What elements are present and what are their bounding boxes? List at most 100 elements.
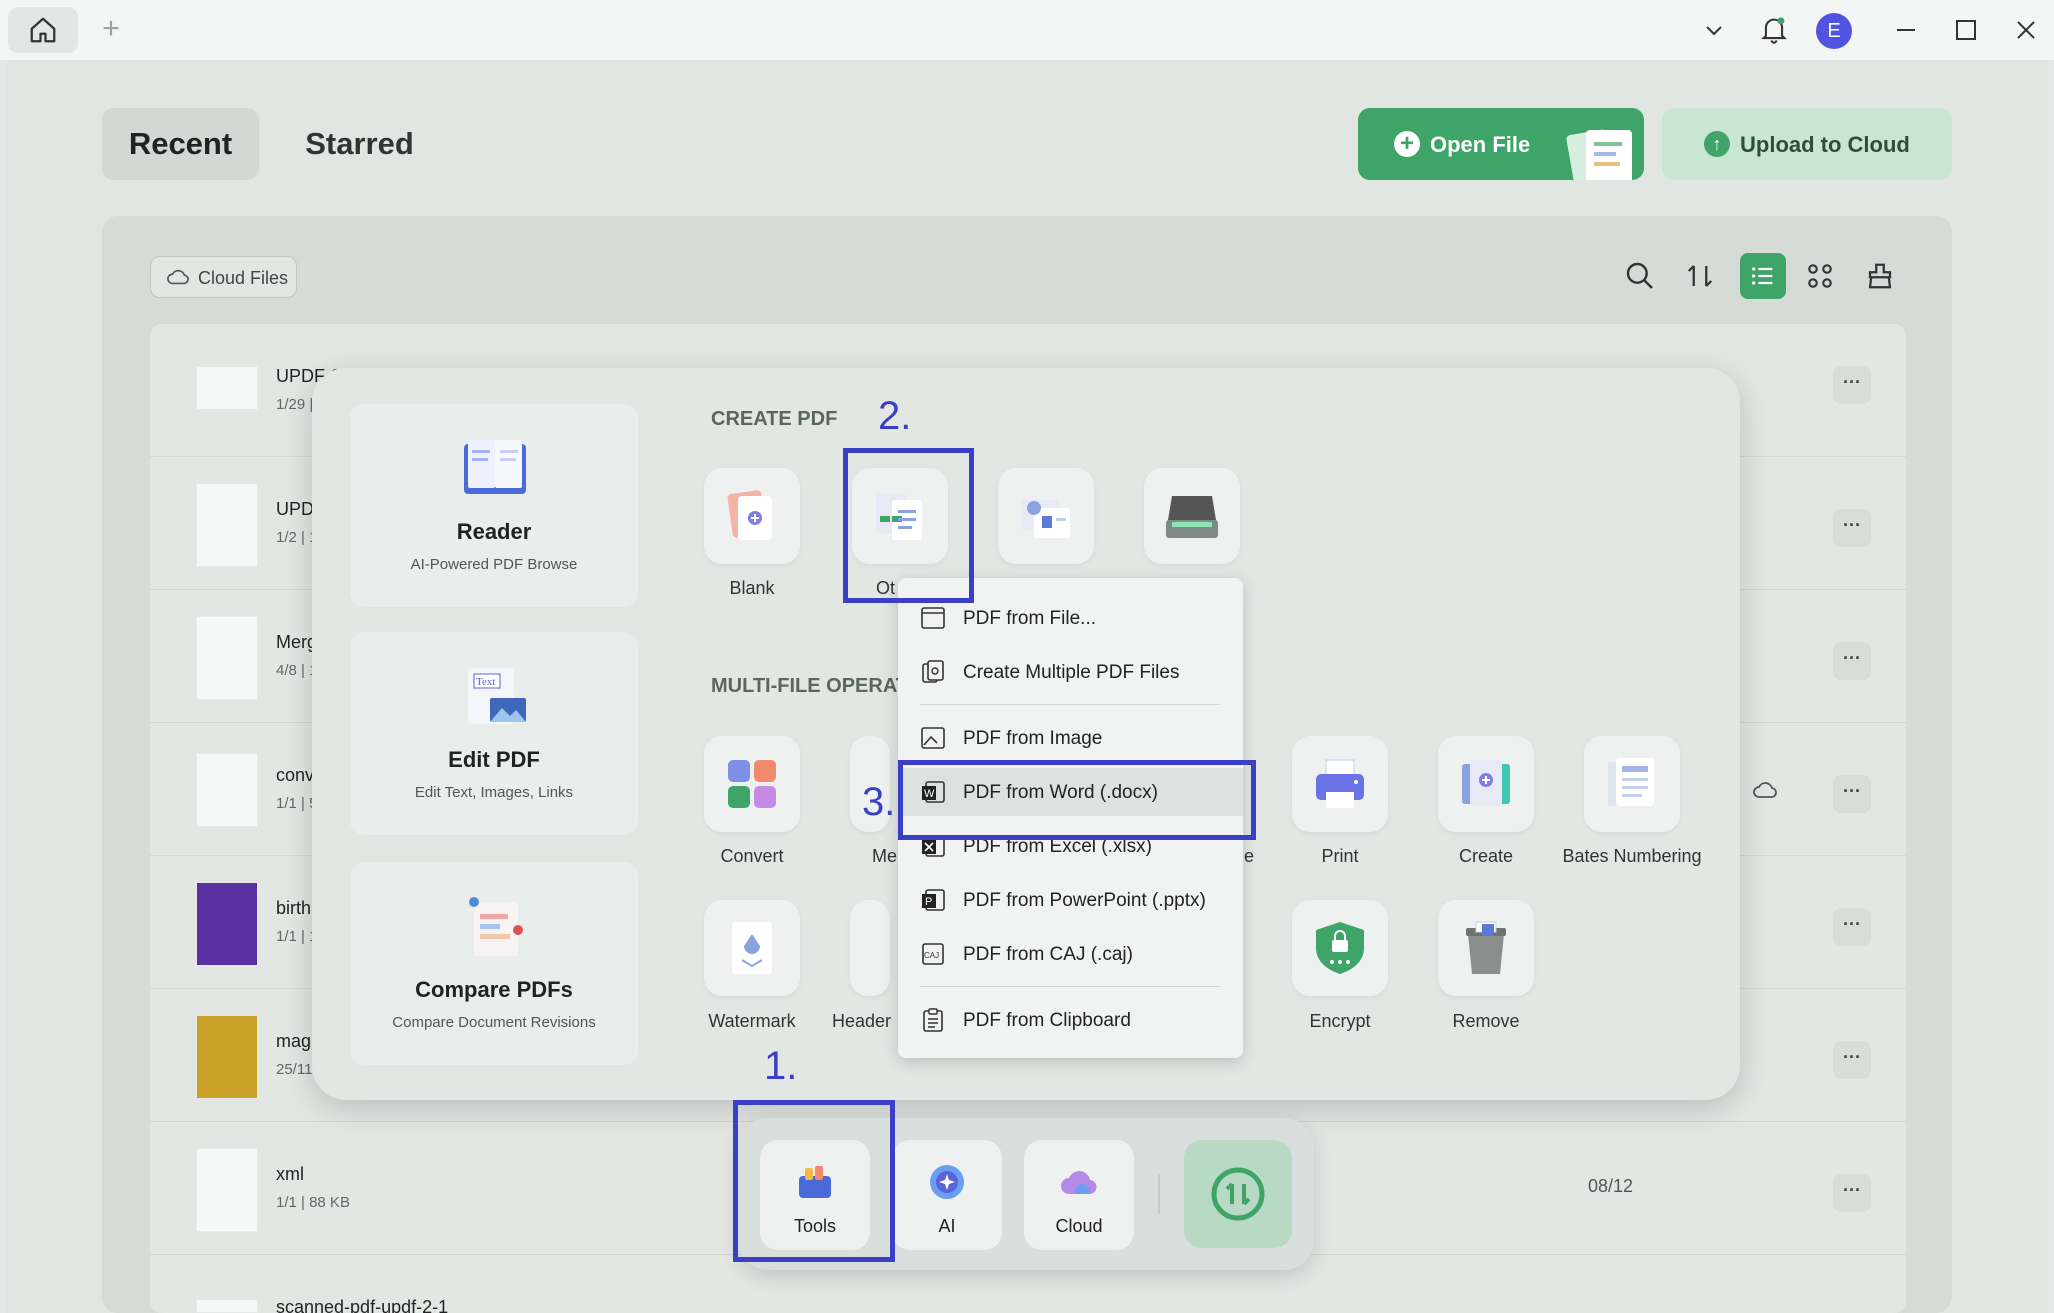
file-name: mag — [276, 1031, 312, 1051]
compare-pdfs-card[interactable]: Compare PDFs Compare Document Revisions — [350, 862, 638, 1065]
avatar[interactable]: E — [1816, 13, 1852, 49]
highlight-box-3 — [898, 760, 1256, 840]
minimize-icon[interactable] — [1890, 14, 1922, 46]
chevron-down-icon[interactable] — [1698, 14, 1730, 46]
menu-item-create-multiple[interactable]: Create Multiple PDF Files — [898, 648, 1243, 696]
menu-item-label: PDF from PowerPoint (.pptx) — [963, 890, 1206, 911]
convert-label: Convert — [720, 846, 784, 866]
print-tile[interactable] — [1292, 736, 1388, 832]
dock-cloud-button[interactable]: Cloud — [1024, 1140, 1134, 1250]
tab-recent[interactable]: Recent — [102, 108, 259, 180]
blank-page-icon — [727, 490, 772, 540]
file-thumbnail — [196, 483, 258, 567]
dock-sync-button[interactable] — [1184, 1140, 1292, 1248]
open-file-button[interactable]: + Open File — [1358, 108, 1644, 180]
bates-numbering-tile[interactable] — [1584, 736, 1680, 832]
menu-item-pdf-from-image[interactable]: PDF from Image — [898, 714, 1243, 762]
remove-label: Remove — [1452, 1011, 1520, 1031]
edit-pdf-card[interactable]: Text Edit PDF Edit Text, Images, Links — [350, 632, 638, 835]
more-options-button[interactable]: ··· — [1833, 366, 1871, 404]
file-name: scanned-pdf-updf-2-1 — [276, 1297, 449, 1313]
clipboard-icon — [923, 1008, 943, 1032]
search-icon[interactable] — [1620, 256, 1660, 296]
list-view-icon[interactable] — [1740, 253, 1786, 299]
new-tab-button[interactable]: + — [96, 14, 126, 44]
printer-icon — [1316, 759, 1364, 808]
documents-icon — [1566, 129, 1632, 180]
convert-icon — [728, 760, 776, 808]
edit-pdf-title: Edit PDF — [448, 747, 540, 772]
print-label: Print — [1321, 846, 1359, 866]
menu-item-label: Create Multiple PDF Files — [963, 662, 1180, 683]
close-icon[interactable] — [2010, 14, 2042, 46]
header-tile[interactable] — [850, 900, 890, 996]
dock-ai-label: AI — [938, 1216, 956, 1236]
more-options-button[interactable]: ··· — [1833, 908, 1871, 946]
file-name: Merg — [276, 632, 318, 652]
cloud-icon — [1061, 1171, 1097, 1195]
scanner-tile[interactable] — [1144, 468, 1240, 564]
shield-lock-icon — [1316, 922, 1364, 974]
plus-circle-icon: + — [1394, 131, 1420, 157]
file-name: UPD — [276, 499, 315, 519]
file-thumbnail — [196, 616, 258, 700]
home-icon — [30, 17, 56, 43]
reader-card[interactable]: Reader AI-Powered PDF Browse — [350, 404, 638, 607]
file-thumbnail — [196, 366, 258, 410]
cloud-icon — [167, 269, 189, 285]
create-label: Create — [1458, 846, 1514, 866]
edit-pdf-subtitle: Edit Text, Images, Links — [414, 784, 574, 801]
tab-starred[interactable]: Starred — [282, 108, 437, 180]
image-icon — [921, 727, 945, 749]
watermark-icon — [732, 922, 772, 974]
highlight-box-2 — [843, 448, 974, 603]
edit-text-icon: Text — [468, 668, 526, 724]
edit-badge: Text — [476, 676, 495, 688]
file-name: xml — [276, 1164, 304, 1184]
window-icon — [921, 607, 945, 629]
compare-icon — [469, 897, 523, 956]
dock-ai-button[interactable]: AI — [892, 1140, 1002, 1250]
multi-file-heading: MULTI-FILE OPERAT — [711, 675, 909, 697]
remove-tile[interactable] — [1438, 900, 1534, 996]
menu-item-label: PDF from File... — [963, 608, 1097, 629]
grid-view-icon[interactable] — [1800, 256, 1840, 296]
home-tab[interactable] — [8, 7, 78, 53]
file-meta: 1/1 | 88 KB — [276, 1194, 350, 1211]
more-options-button[interactable]: ··· — [1833, 1041, 1871, 1079]
create-tile[interactable] — [1438, 736, 1534, 832]
scanner-icon — [1166, 496, 1218, 538]
blank-label: Blank — [729, 578, 775, 598]
compare-pdfs-title: Compare PDFs — [415, 977, 573, 1002]
watermark-tile[interactable] — [704, 900, 800, 996]
bell-icon[interactable] — [1758, 14, 1790, 46]
upload-icon: ↑ — [1704, 131, 1730, 157]
create-from-scan-tile[interactable] — [998, 468, 1094, 564]
convert-tile[interactable] — [704, 736, 800, 832]
menu-item-pdf-from-powerpoint[interactable]: P PDF from PowerPoint (.pptx) — [898, 876, 1243, 924]
menu-item-label: PDF from CAJ (.caj) — [963, 944, 1133, 965]
cloud-files-filter[interactable]: Cloud Files — [150, 256, 297, 298]
cloud-icon — [1753, 782, 1777, 798]
powerpoint-icon: P — [922, 889, 945, 911]
upload-to-cloud-button[interactable]: ↑ Upload to Cloud — [1662, 108, 1952, 180]
clean-icon[interactable] — [1860, 256, 1900, 296]
file-date: 08/12 — [1588, 1176, 1634, 1196]
svg-text:CAJ: CAJ — [924, 951, 939, 960]
menu-item-pdf-from-caj[interactable]: CAJ PDF from CAJ (.caj) — [898, 930, 1243, 978]
menu-item-pdf-from-clipboard[interactable]: PDF from Clipboard — [898, 996, 1243, 1044]
maximize-icon[interactable] — [1950, 14, 1982, 46]
encrypt-tile[interactable] — [1292, 900, 1388, 996]
more-options-button[interactable]: ··· — [1833, 509, 1871, 547]
file-thumbnail — [196, 1148, 258, 1232]
file-thumbnail — [196, 753, 258, 827]
sort-icon[interactable] — [1680, 256, 1720, 296]
file-meta: 1/29 | — [276, 396, 314, 413]
ai-icon — [930, 1165, 964, 1199]
menu-separator — [920, 704, 1220, 705]
blank-tile[interactable] — [704, 468, 800, 564]
more-options-button[interactable]: ··· — [1833, 642, 1871, 680]
more-options-button[interactable]: ··· — [1833, 775, 1871, 813]
more-options-button[interactable]: ··· — [1833, 1174, 1871, 1212]
book-icon — [464, 440, 526, 494]
